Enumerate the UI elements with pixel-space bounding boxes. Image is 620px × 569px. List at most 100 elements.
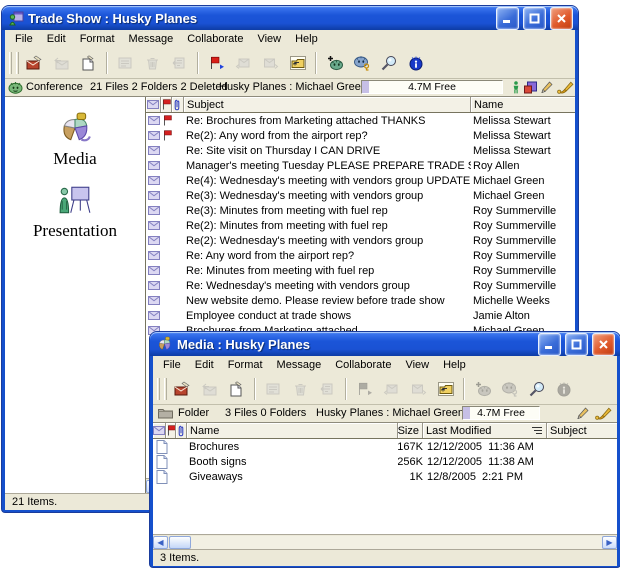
message-row[interactable]: Re: Site visit on Thursday I CAN DRIVEMe… [146, 143, 575, 158]
info-button[interactable] [402, 51, 429, 76]
message-row[interactable]: Re(2): Any word from the airport rep?Mel… [146, 128, 575, 143]
open-container-button[interactable] [432, 377, 459, 402]
column-header-name[interactable]: Name [187, 423, 398, 438]
delete-button [287, 377, 314, 402]
open-container-button[interactable] [284, 51, 311, 76]
presentation-icon [56, 183, 94, 217]
cell-name: Melissa Stewart [471, 115, 575, 127]
sidebar-item-presentation[interactable]: Presentation [33, 183, 117, 241]
horizontal-scrollbar[interactable]: ◀ ▶ [153, 534, 617, 549]
titlebar-media[interactable]: Media : Husky Planes [150, 332, 620, 356]
column-header-name[interactable]: Name [471, 97, 575, 112]
menu-help[interactable]: Help [288, 31, 325, 47]
cell-modified: 12/12/2005 11:36 AM [423, 441, 547, 453]
minimize-button[interactable] [496, 7, 519, 30]
menu-view[interactable]: View [250, 31, 288, 47]
maximize-button[interactable] [565, 333, 588, 356]
add-member-button[interactable] [321, 51, 348, 76]
message-row[interactable]: Re(2): Minutes from meeting with fuel re… [146, 218, 575, 233]
reply-button [196, 377, 223, 402]
reply-group-button [378, 377, 405, 402]
new-document-button[interactable] [223, 377, 250, 402]
file-row[interactable]: Giveaways1K12/8/2005 2:21 PM [153, 469, 617, 484]
properties-icon [265, 381, 282, 397]
minimize-button[interactable] [538, 333, 561, 356]
column-header-size[interactable]: Size [398, 423, 423, 438]
close-button[interactable] [592, 333, 615, 356]
message-row[interactable]: Re(3): Wednesday's meeting with vendors … [146, 188, 575, 203]
file-row[interactable]: Booth signs256K12/12/2005 11:38 AM [153, 454, 617, 469]
column-header-subject[interactable]: Subject [547, 423, 617, 438]
search-button[interactable] [375, 51, 402, 76]
toolbar-grip[interactable] [9, 52, 12, 74]
column-header-subject[interactable]: Subject [184, 97, 471, 112]
message-row[interactable]: Re: Brochures from Marketing attached TH… [146, 113, 575, 128]
file-row[interactable]: Brochures167K12/12/2005 11:36 AM [153, 439, 617, 454]
message-row[interactable]: Re: Minutes from meeting with fuel repRo… [146, 263, 575, 278]
menu-edit[interactable]: Edit [40, 31, 73, 47]
menu-file[interactable]: File [156, 357, 188, 373]
menu-help[interactable]: Help [436, 357, 473, 373]
column-header-modified[interactable]: Last Modified [423, 423, 547, 438]
item-counts: 3 Files 0 Folders [225, 407, 306, 419]
maximize-button[interactable] [523, 7, 546, 30]
sidebar-item-media[interactable]: Media [53, 111, 96, 169]
sidebar-item-label: Media [53, 149, 96, 169]
menu-collaborate[interactable]: Collaborate [328, 357, 398, 373]
toolbar-grip[interactable] [16, 52, 19, 74]
menu-file[interactable]: File [8, 31, 40, 47]
menu-message[interactable]: Message [122, 31, 181, 47]
forward-button [405, 377, 432, 402]
search-button[interactable] [523, 377, 550, 402]
envelope-row-icon [148, 131, 160, 140]
new-document-button[interactable] [75, 51, 102, 76]
scroll-right-button[interactable]: ▶ [602, 536, 617, 549]
reply-icon [201, 381, 218, 397]
message-row[interactable]: Re: Wednesday's meeting with vendors gro… [146, 278, 575, 293]
reply-group-icon [235, 55, 252, 71]
column-header-attachment[interactable] [172, 97, 184, 112]
column-header-flag[interactable] [166, 423, 176, 438]
disk-used-bar [463, 407, 470, 419]
message-row[interactable]: Employee conduct at trade showsJamie Alt… [146, 308, 575, 323]
toolbar-grip[interactable] [157, 378, 160, 400]
menu-view[interactable]: View [398, 357, 436, 373]
titlebar-trade-show[interactable]: Trade Show : Husky Planes [2, 6, 578, 30]
scrollbar-track[interactable] [191, 536, 602, 549]
permissions-button[interactable] [348, 51, 375, 76]
envelope-row-icon [148, 206, 160, 215]
column-header-icon[interactable] [153, 423, 166, 438]
message-row[interactable]: Re(2): Wednesday's meeting with vendors … [146, 233, 575, 248]
unsend-button [314, 377, 341, 402]
new-message-button[interactable] [169, 377, 196, 402]
add-member-icon [326, 55, 344, 71]
new-message-button[interactable] [21, 51, 48, 76]
menu-message[interactable]: Message [270, 357, 329, 373]
flag-icon [167, 425, 176, 436]
close-button[interactable] [550, 7, 573, 30]
column-header-icon[interactable] [146, 97, 161, 112]
envelope-row-icon [148, 116, 160, 125]
flag-button[interactable] [203, 51, 230, 76]
column-header-flag[interactable] [161, 97, 172, 112]
menu-collaborate[interactable]: Collaborate [180, 31, 250, 47]
message-row[interactable]: Re(4): Wednesday's meeting with vendors … [146, 173, 575, 188]
file-rows: Brochures167K12/12/2005 11:36 AMBooth si… [153, 439, 617, 534]
toolbar-grip[interactable] [164, 378, 167, 400]
menu-format[interactable]: Format [221, 357, 270, 373]
message-row[interactable]: Re(3): Minutes from meeting with fuel re… [146, 203, 575, 218]
menu-edit[interactable]: Edit [188, 357, 221, 373]
toolbar-separator [254, 378, 256, 400]
menu-format[interactable]: Format [73, 31, 122, 47]
list-header: Subject Name [146, 97, 575, 113]
column-header-attachment[interactable] [176, 423, 187, 438]
scrollbar-thumb[interactable] [169, 536, 191, 549]
message-row[interactable]: New website demo. Please review before t… [146, 293, 575, 308]
cell-subject: Re(2): Wednesday's meeting with vendors … [184, 235, 471, 247]
envelope-row-icon [148, 146, 160, 155]
sort-icon [532, 426, 543, 435]
search-icon [380, 55, 398, 72]
scroll-left-button[interactable]: ◀ [153, 536, 168, 549]
message-row[interactable]: Manager's meeting Tuesday PLEASE PREPARE… [146, 158, 575, 173]
message-row[interactable]: Re: Any word from the airport rep?Roy Su… [146, 248, 575, 263]
